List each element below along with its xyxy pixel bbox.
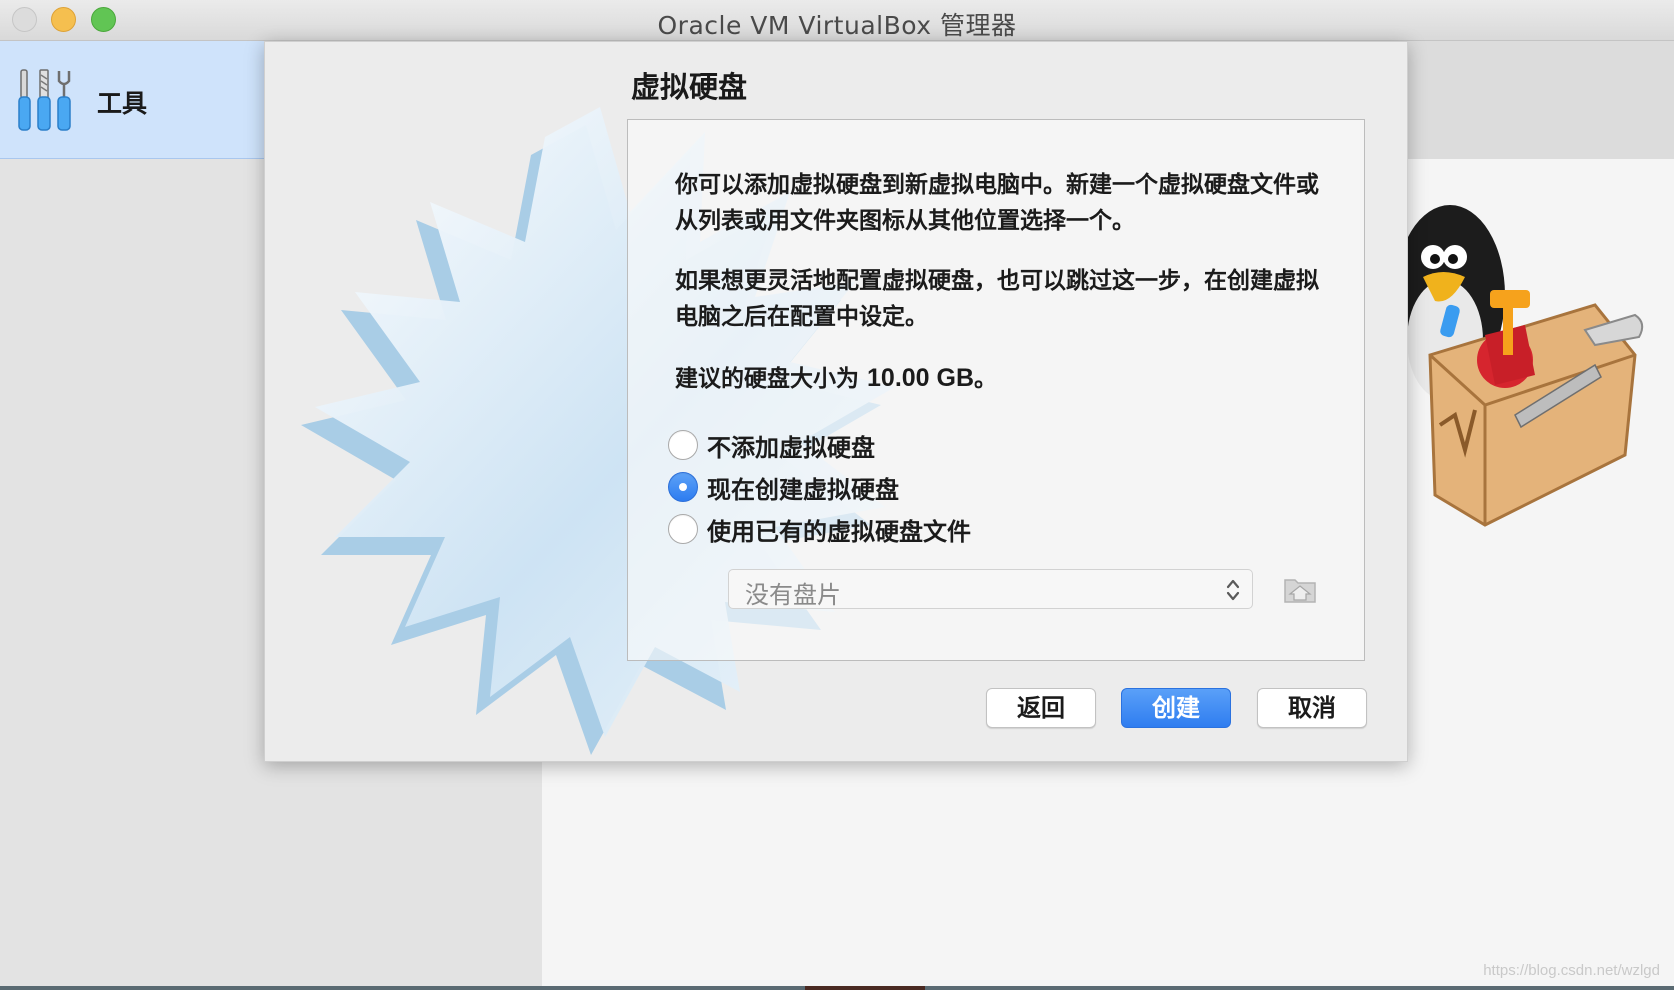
radio-button[interactable]: [668, 514, 698, 544]
back-button[interactable]: 返回: [986, 688, 1096, 728]
recommended-size-prefix: 建议的硬盘大小为: [675, 366, 868, 392]
create-button[interactable]: 创建: [1121, 688, 1231, 728]
dialog-title: 虚拟硬盘: [631, 70, 748, 104]
radio-button[interactable]: [668, 430, 698, 460]
sidebar-item-tools[interactable]: 工具: [0, 41, 265, 159]
existing-disk-select[interactable]: 没有盘片: [728, 569, 1253, 609]
bottom-edge-accent: [805, 986, 925, 990]
option-use-existing-disk[interactable]: 使用已有的虚拟硬盘文件: [668, 512, 971, 546]
watermark: https://blog.csdn.net/wzlgd: [1483, 962, 1660, 979]
option-create-disk-now[interactable]: 现在创建虚拟硬盘: [668, 470, 899, 504]
radio-label: 不添加虚拟硬盘: [707, 433, 875, 462]
title-bar[interactable]: Oracle VM VirtualBox 管理器: [0, 0, 1674, 41]
virtualbox-window: Oracle VM VirtualBox 管理器 工具 虚拟硬盘 你可以添加虚拟…: [0, 0, 1674, 990]
recommended-size-value: 10.00 GB: [867, 364, 975, 392]
recommended-size-suffix: 。: [974, 366, 998, 392]
tux-toolbox-illustration: [1395, 205, 1644, 527]
recommended-size-text: 建议的硬盘大小为 10.00 GB。: [675, 360, 1325, 397]
bottom-edge: [0, 986, 1674, 990]
tools-icon: [18, 69, 71, 131]
radio-label: 现在创建虚拟硬盘: [707, 475, 899, 504]
option-no-disk[interactable]: 不添加虚拟硬盘: [668, 428, 875, 462]
window-title: Oracle VM VirtualBox 管理器: [657, 11, 1017, 40]
hard-disk-panel: 你可以添加虚拟硬盘到新虚拟电脑中。新建一个虚拟硬盘文件或从列表或用文件夹图标从其…: [627, 119, 1365, 661]
choose-disk-folder-icon[interactable]: [1282, 572, 1318, 606]
sidebar-item-label: 工具: [97, 89, 148, 118]
cancel-button[interactable]: 取消: [1257, 688, 1367, 728]
select-updown-arrows-icon: [1226, 579, 1240, 601]
radio-button-selected[interactable]: [668, 472, 698, 502]
description-paragraph-2: 如果想更灵活地配置虚拟硬盘，也可以跳过这一步，在创建虚拟电脑之后在配置中设定。: [675, 268, 1319, 330]
existing-disk-select-value: 没有盘片: [745, 581, 841, 609]
description-paragraph-1: 你可以添加虚拟硬盘到新虚拟电脑中。新建一个虚拟硬盘文件或从列表或用文件夹图标从其…: [675, 172, 1319, 234]
new-vm-dialog-sheet: 虚拟硬盘 你可以添加虚拟硬盘到新虚拟电脑中。新建一个虚拟硬盘文件或从列表或用文件…: [264, 41, 1408, 762]
radio-label: 使用已有的虚拟硬盘文件: [707, 517, 971, 546]
